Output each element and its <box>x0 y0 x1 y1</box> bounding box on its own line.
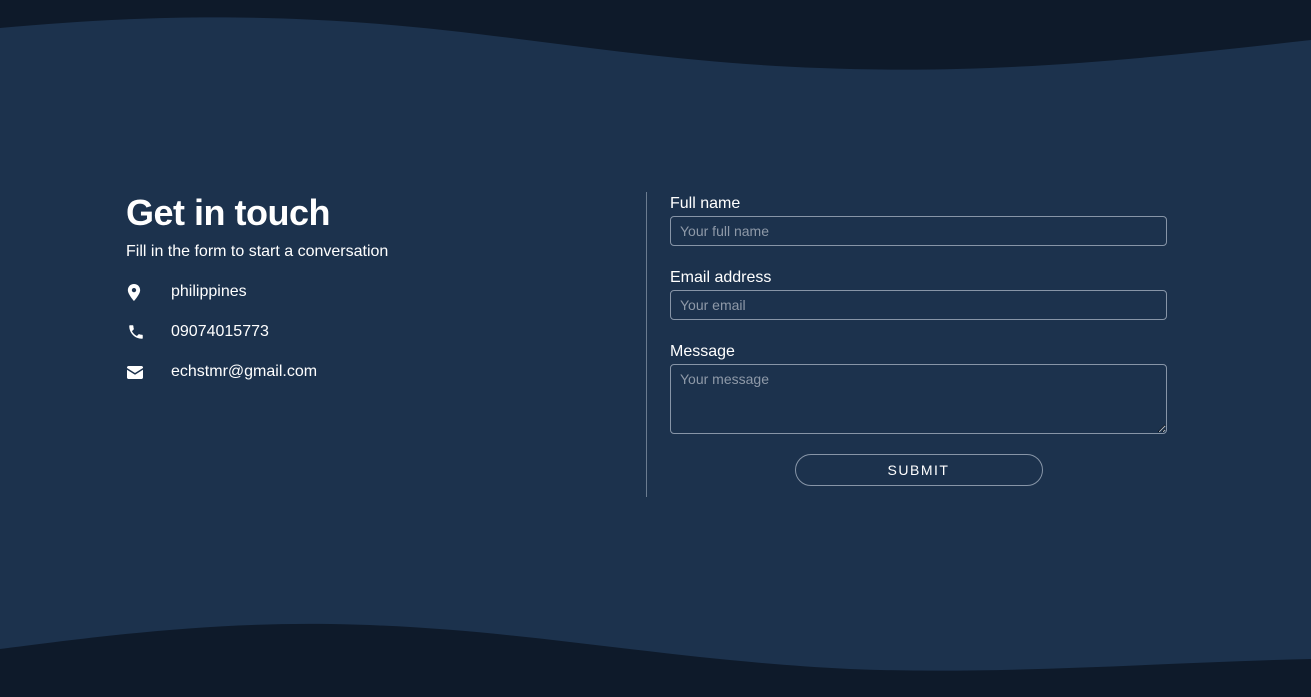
top-wave-decoration <box>0 0 1311 70</box>
fullname-label: Full name <box>670 195 741 212</box>
contact-item-location: philippines <box>126 282 576 302</box>
submit-button[interactable]: SUBMIT <box>794 454 1043 486</box>
contact-item-phone: 09074015773 <box>126 322 576 342</box>
contact-item-email: echstmr@gmail.com <box>126 362 576 382</box>
email-input[interactable] <box>670 290 1167 320</box>
phone-icon <box>127 322 149 342</box>
email-field-group: Email address <box>670 268 1167 320</box>
contact-email-text: echstmr@gmail.com <box>171 363 318 380</box>
contact-form: Full name Email address Message SUBMIT <box>670 194 1167 486</box>
contact-location-text: philippines <box>171 283 247 300</box>
submit-row: SUBMIT <box>670 454 1167 486</box>
email-label: Email address <box>670 269 772 286</box>
vertical-divider <box>646 192 647 497</box>
contact-details-list: philippines 09074015773 echstmr@gmail.co… <box>126 282 576 382</box>
contact-info-panel: Get in touch Fill in the form to start a… <box>126 192 576 402</box>
fullname-field-group: Full name <box>670 194 1167 246</box>
contact-phone-text: 09074015773 <box>171 323 269 340</box>
message-textarea[interactable] <box>670 364 1167 434</box>
bottom-wave-decoration <box>0 623 1311 697</box>
page-title: Get in touch <box>126 192 331 233</box>
mail-icon <box>127 362 149 382</box>
location-pin-icon <box>127 282 149 302</box>
fullname-input[interactable] <box>670 216 1167 246</box>
message-label: Message <box>670 343 735 360</box>
message-field-group: Message <box>670 342 1167 434</box>
page-subtitle: Fill in the form to start a conversation <box>126 243 389 260</box>
